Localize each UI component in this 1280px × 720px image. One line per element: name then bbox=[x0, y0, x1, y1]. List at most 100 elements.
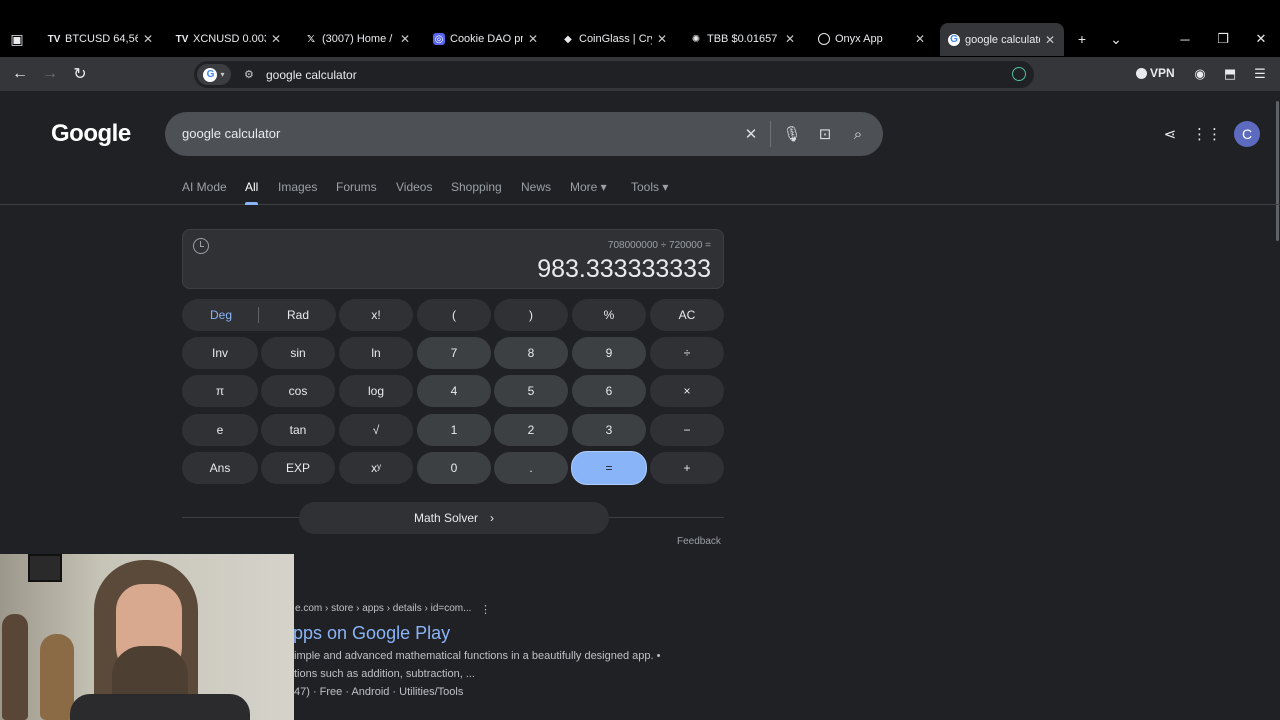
result-url[interactable]: e.com › store › apps › details › id=com.… bbox=[295, 603, 471, 614]
tab-search-icon[interactable]: ▣ bbox=[6, 28, 28, 50]
math-solver-button[interactable]: Math Solver › bbox=[299, 502, 609, 534]
feedback-link[interactable]: Feedback bbox=[677, 536, 721, 547]
minus-button[interactable]: − bbox=[650, 414, 724, 446]
tab-close-icon[interactable]: ✕ bbox=[914, 32, 926, 46]
power-button[interactable]: xʸ bbox=[339, 452, 413, 484]
divide-button[interactable]: ÷ bbox=[650, 337, 724, 369]
digit-6-button[interactable]: 6 bbox=[572, 375, 646, 407]
tab-close-icon[interactable]: ✕ bbox=[270, 32, 282, 46]
plus-button[interactable]: + bbox=[650, 452, 724, 484]
tab-coinglass[interactable]: ◆ CoinGlass | Crypto ✕ bbox=[554, 24, 676, 54]
search-input[interactable]: google calculator bbox=[182, 126, 280, 141]
tab-close-icon[interactable]: ✕ bbox=[1044, 33, 1056, 47]
calculator-result: 983.333333333 bbox=[537, 255, 711, 283]
pi-button[interactable]: π bbox=[182, 375, 258, 407]
search-icon[interactable]: ⌕ bbox=[848, 124, 868, 144]
lens-icon[interactable]: ⊡ bbox=[815, 124, 835, 144]
tab-videos[interactable]: Videos bbox=[396, 180, 432, 194]
search-engine-chip[interactable]: G ▾ bbox=[197, 64, 231, 85]
tab-shopping[interactable]: Shopping bbox=[451, 180, 502, 194]
decimal-button[interactable]: . bbox=[494, 452, 568, 484]
tab-btcusd[interactable]: TV BTCUSD 64,569.52 ✕ bbox=[40, 24, 162, 54]
tab-ai-mode[interactable]: AI Mode bbox=[182, 180, 227, 194]
all-clear-button[interactable]: AC bbox=[650, 299, 724, 331]
webcam-overlay bbox=[0, 554, 294, 720]
restore-icon[interactable]: ❐ bbox=[1208, 28, 1238, 50]
forward-arrow-icon[interactable]: → bbox=[39, 63, 61, 85]
exp-button[interactable]: EXP bbox=[261, 452, 335, 484]
tab-x-home[interactable]: 𝕏 (3007) Home / X ✕ bbox=[297, 24, 419, 54]
profile-icon[interactable]: ◉ bbox=[1192, 66, 1208, 82]
vpn-button[interactable]: VPN bbox=[1136, 66, 1175, 80]
ln-button[interactable]: ln bbox=[339, 337, 413, 369]
right-paren-button[interactable]: ) bbox=[494, 299, 568, 331]
tab-close-icon[interactable]: ✕ bbox=[142, 32, 154, 46]
search-box[interactable]: google calculator ✕ 🎙 ⊡ ⌕ bbox=[165, 112, 883, 156]
tab-google-calculator[interactable]: G google calculator ✕ bbox=[940, 23, 1064, 56]
reload-icon[interactable]: ↻ bbox=[69, 63, 91, 85]
tab-all[interactable]: All bbox=[245, 180, 259, 205]
digit-9-button[interactable]: 9 bbox=[572, 337, 646, 369]
share-icon[interactable]: ⋖ bbox=[1160, 124, 1180, 144]
address-bar[interactable]: G ▾ ⚙ google calculator bbox=[194, 61, 1034, 88]
tab-onyx[interactable]: Onyx App ✕ bbox=[810, 24, 934, 54]
menu-icon[interactable]: ☰ bbox=[1252, 66, 1268, 82]
cookie-dao-icon: ◎ bbox=[433, 33, 445, 45]
tab-list-chevron-icon[interactable]: ⌄ bbox=[1105, 28, 1127, 50]
ans-button[interactable]: Ans bbox=[182, 452, 258, 484]
equals-button[interactable]: = bbox=[571, 451, 647, 485]
factorial-button[interactable]: x! bbox=[339, 299, 413, 331]
digit-4-button[interactable]: 4 bbox=[417, 375, 491, 407]
rad-button[interactable]: Rad bbox=[261, 299, 335, 331]
microphone-icon[interactable]: 🎙 bbox=[782, 124, 802, 144]
tab-close-icon[interactable]: ✕ bbox=[527, 32, 539, 46]
globe-icon[interactable] bbox=[1012, 67, 1026, 81]
left-paren-button[interactable]: ( bbox=[417, 299, 491, 331]
tab-title: TBB $0.01657 - Th bbox=[707, 33, 780, 45]
address-text[interactable]: google calculator bbox=[266, 68, 357, 82]
sin-button[interactable]: sin bbox=[261, 337, 335, 369]
tab-news[interactable]: News bbox=[521, 180, 551, 194]
inv-button[interactable]: Inv bbox=[182, 337, 258, 369]
back-arrow-icon[interactable]: ← bbox=[9, 63, 31, 85]
digit-5-button[interactable]: 5 bbox=[494, 375, 568, 407]
guitar-image bbox=[40, 634, 74, 720]
log-button[interactable]: log bbox=[339, 375, 413, 407]
digit-1-button[interactable]: 1 bbox=[417, 414, 491, 446]
digit-8-button[interactable]: 8 bbox=[494, 337, 568, 369]
digit-2-button[interactable]: 2 bbox=[494, 414, 568, 446]
clear-icon[interactable]: ✕ bbox=[741, 124, 761, 144]
cos-button[interactable]: cos bbox=[261, 375, 335, 407]
tab-cookie-dao[interactable]: ◎ Cookie DAO price ✕ bbox=[425, 24, 547, 54]
more-options-icon[interactable]: ⋮ bbox=[480, 603, 491, 616]
percent-button[interactable]: % bbox=[572, 299, 646, 331]
digit-3-button[interactable]: 3 bbox=[572, 414, 646, 446]
minimize-icon[interactable]: ─ bbox=[1170, 28, 1200, 50]
tab-close-icon[interactable]: ✕ bbox=[656, 32, 668, 46]
tab-tbb[interactable]: ✺ TBB $0.01657 - Th ✕ bbox=[682, 24, 804, 54]
multiply-button[interactable]: × bbox=[650, 375, 724, 407]
e-button[interactable]: e bbox=[182, 414, 258, 446]
tab-close-icon[interactable]: ✕ bbox=[399, 32, 411, 46]
tab-xcnusd[interactable]: TV XCNUSD 0.00304 ✕ bbox=[168, 24, 290, 54]
avatar[interactable]: C bbox=[1234, 121, 1260, 147]
google-logo[interactable]: Google bbox=[51, 120, 131, 148]
scrollbar[interactable] bbox=[1276, 101, 1279, 241]
sqrt-button[interactable]: √ bbox=[339, 414, 413, 446]
deg-button[interactable]: Deg bbox=[184, 299, 258, 331]
result-title[interactable]: pps on Google Play bbox=[293, 623, 450, 644]
site-settings-icon[interactable]: ⚙ bbox=[244, 68, 254, 81]
apps-grid-icon[interactable]: ⋮⋮ bbox=[1192, 124, 1222, 144]
history-icon[interactable] bbox=[193, 238, 209, 254]
digit-7-button[interactable]: 7 bbox=[417, 337, 491, 369]
tab-images[interactable]: Images bbox=[278, 180, 317, 194]
tab-tools[interactable]: Tools ▾ bbox=[631, 180, 668, 194]
extensions-icon[interactable]: ⬒ bbox=[1222, 66, 1238, 82]
tab-close-icon[interactable]: ✕ bbox=[784, 32, 796, 46]
close-window-icon[interactable]: ✕ bbox=[1246, 28, 1276, 50]
tab-forums[interactable]: Forums bbox=[336, 180, 377, 194]
tan-button[interactable]: tan bbox=[261, 414, 335, 446]
digit-0-button[interactable]: 0 bbox=[417, 452, 491, 484]
tab-more[interactable]: More ▾ bbox=[570, 180, 607, 194]
new-tab-icon[interactable]: + bbox=[1071, 28, 1093, 50]
